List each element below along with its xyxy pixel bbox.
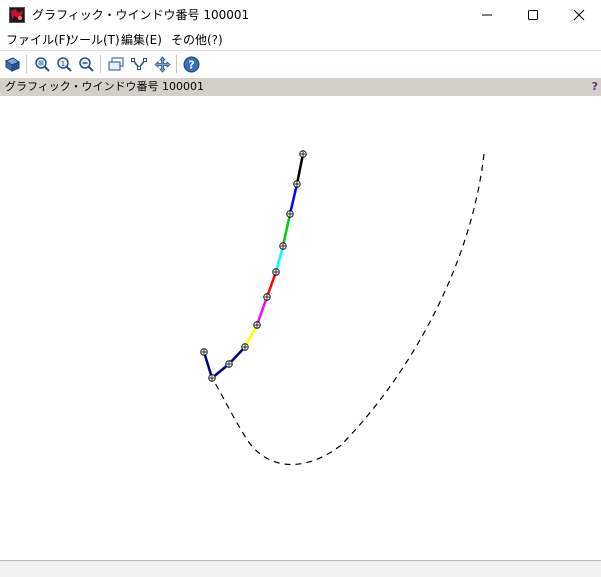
zoom-out-icon xyxy=(79,57,94,72)
maximize-icon xyxy=(528,10,538,20)
pan-button[interactable] xyxy=(152,53,173,75)
zoom-out-button[interactable] xyxy=(76,53,97,75)
window-title: グラフィック・ウインドウ番号 100001 xyxy=(32,8,250,22)
zoom-in-button[interactable] xyxy=(32,53,53,75)
app-icon xyxy=(9,7,25,23)
point-marker xyxy=(263,293,271,301)
curve-segment xyxy=(255,296,269,326)
edit-curve-icon xyxy=(131,58,147,70)
close-button[interactable] xyxy=(556,0,601,30)
edit-curve-button[interactable] xyxy=(129,53,150,75)
rotate-3d-icon xyxy=(4,57,21,72)
svg-text:1: 1 xyxy=(61,60,65,68)
toolbar: 1 ? xyxy=(0,51,601,77)
point-marker xyxy=(225,360,233,368)
graphic-canvas[interactable] xyxy=(0,96,601,560)
curve-segment xyxy=(288,183,299,215)
toolbar-separator xyxy=(26,55,28,73)
point-marker xyxy=(241,343,249,351)
minimize-icon xyxy=(482,14,492,16)
point-marker xyxy=(286,210,294,218)
menu-edit[interactable]: 編集(E) xyxy=(121,33,162,47)
help-icon: ? xyxy=(183,56,200,73)
figure-info-text: グラフィック・ウインドウ番号 100001 xyxy=(5,80,205,93)
rotate-3d-button[interactable] xyxy=(2,53,23,75)
zoom-in-icon xyxy=(35,57,50,72)
point-marker xyxy=(293,180,301,188)
menu-bar: ファイル(F) ツール(T) 編集(E) その他(?) xyxy=(0,30,601,51)
maximize-button[interactable] xyxy=(510,0,556,30)
pan-icon xyxy=(154,56,171,73)
curve-segment xyxy=(202,351,214,379)
point-marker xyxy=(253,321,261,329)
point-marker xyxy=(272,268,280,276)
info-help-icon[interactable]: ? xyxy=(592,80,598,94)
minimize-button[interactable] xyxy=(464,0,510,30)
toolbar-separator xyxy=(176,55,178,73)
curve-segment xyxy=(295,153,305,185)
zoom-area-icon: 1 xyxy=(57,57,72,72)
curve-segment xyxy=(274,245,285,273)
close-icon xyxy=(573,9,585,21)
dashed-curve xyxy=(211,153,485,466)
figure-info-bar: グラフィック・ウインドウ番号 100001 ? xyxy=(0,78,601,96)
menu-other[interactable]: その他(?) xyxy=(171,33,223,47)
help-button[interactable]: ? xyxy=(181,53,202,75)
point-marker xyxy=(299,150,307,158)
svg-text:?: ? xyxy=(188,59,194,72)
zoom-area-button[interactable]: 1 xyxy=(54,53,75,75)
menu-tools[interactable]: ツール(T) xyxy=(67,33,120,47)
point-marker xyxy=(200,348,208,356)
plot-area xyxy=(200,150,485,466)
curve-segment xyxy=(281,213,292,247)
toolbar-separator xyxy=(100,55,102,73)
curve-segment xyxy=(243,324,259,348)
point-marker xyxy=(208,374,216,382)
point-markers xyxy=(200,150,307,382)
status-bar xyxy=(0,560,601,577)
datatip-icon xyxy=(108,57,124,71)
point-marker xyxy=(279,242,287,250)
colored-segments xyxy=(202,153,305,379)
datatip-button[interactable] xyxy=(106,53,127,75)
menu-file[interactable]: ファイル(F) xyxy=(6,33,70,47)
curve-segment xyxy=(265,271,278,298)
title-bar: グラフィック・ウインドウ番号 100001 xyxy=(0,0,601,30)
